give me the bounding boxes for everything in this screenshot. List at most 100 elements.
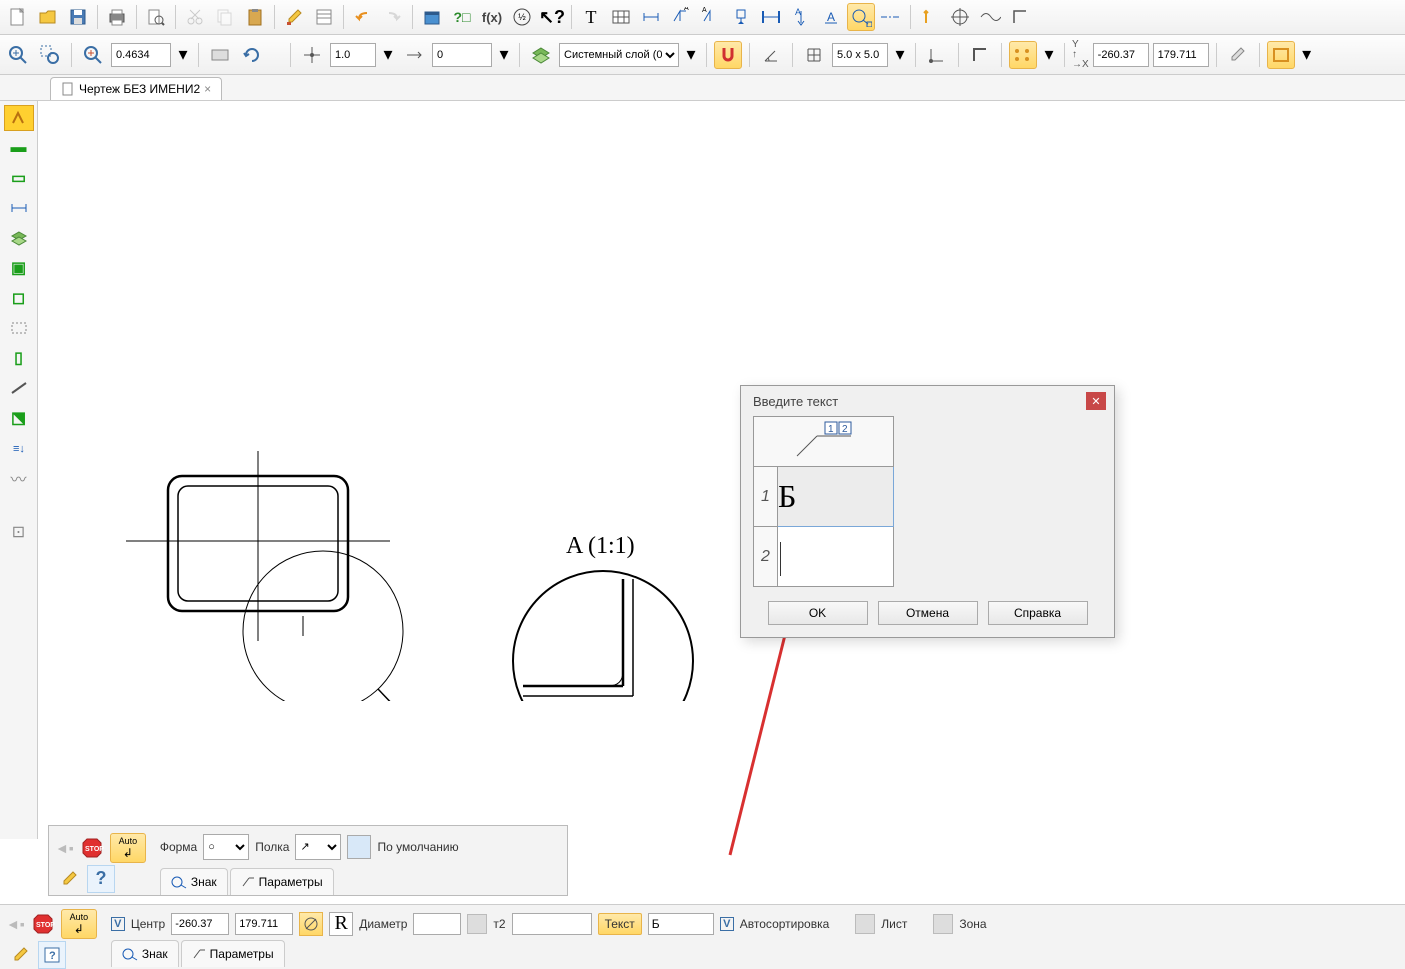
scale-input[interactable] [330, 43, 376, 67]
format-painter-icon[interactable] [280, 3, 308, 31]
roughness2-icon[interactable]: A [697, 3, 725, 31]
rebuild-icon[interactable] [238, 41, 266, 69]
center-y-input[interactable] [235, 913, 293, 935]
tab-sign-2[interactable]: Знак [111, 940, 179, 967]
fx-icon[interactable]: f(x) [478, 3, 506, 31]
tool-view-icon[interactable]: ⊡ [4, 519, 34, 545]
dialog-help-button[interactable]: Справка [988, 601, 1088, 625]
angle-icon[interactable] [757, 41, 785, 69]
tool-dim1-icon[interactable] [4, 195, 34, 221]
tab-params-1[interactable]: Параметры [230, 868, 334, 895]
corner-icon[interactable] [1006, 3, 1034, 31]
stop-button-1[interactable]: STOP [78, 834, 106, 862]
tool-green5-icon[interactable]: ▯ [4, 345, 34, 371]
form-select[interactable]: ○ [203, 834, 249, 860]
tool-green3-icon[interactable]: ▣ [4, 255, 34, 281]
redo-icon[interactable] [379, 3, 407, 31]
shelf-select[interactable]: ↗ [295, 834, 341, 860]
param-mode-icon[interactable] [4, 105, 34, 131]
numbering-icon[interactable]: ½ [508, 3, 536, 31]
measure-icon[interactable] [206, 41, 234, 69]
tool-wave-icon[interactable]: 〰 [4, 465, 34, 491]
properties-icon[interactable] [310, 3, 338, 31]
tolerance-icon[interactable] [916, 3, 944, 31]
auto-button-1[interactable]: Auto↲ [110, 833, 146, 863]
ortho-icon[interactable] [966, 41, 994, 69]
help-button-1[interactable]: ? [87, 865, 115, 893]
autosort-check-icon[interactable]: V [720, 917, 734, 931]
print-preview-icon[interactable] [142, 3, 170, 31]
dimension-icon[interactable] [637, 3, 665, 31]
tool-line-icon[interactable] [4, 375, 34, 401]
tab-sign-1[interactable]: Знак [160, 868, 228, 895]
zoom-dropdown-icon[interactable]: ▾ [175, 41, 191, 69]
move-icon[interactable] [400, 41, 428, 69]
coord-x-input[interactable] [1093, 43, 1149, 67]
help-button-2[interactable]: ? [38, 941, 66, 969]
default-icon[interactable] [347, 835, 371, 859]
dialog-cancel-button[interactable]: Отмена [878, 601, 978, 625]
text-input[interactable] [648, 913, 714, 935]
snap-toggle-icon[interactable] [714, 41, 742, 69]
layers-icon[interactable] [527, 41, 555, 69]
snap-point-icon[interactable] [298, 41, 326, 69]
zoom-window-icon[interactable] [36, 41, 64, 69]
cut-line-icon[interactable] [757, 3, 785, 31]
tool-text-icon[interactable]: ≡↓ [4, 435, 34, 461]
grid-dropdown-icon[interactable]: ▾ [892, 41, 908, 69]
t2-input[interactable] [512, 913, 592, 935]
datum-icon[interactable] [727, 3, 755, 31]
zoom-in-icon[interactable] [4, 41, 32, 69]
close-tab-icon[interactable]: × [204, 82, 211, 96]
wave-icon[interactable] [976, 3, 1004, 31]
marker-A-icon[interactable]: A [817, 3, 845, 31]
layer-select[interactable]: Системный слой (0) [559, 43, 679, 67]
tool-layers-icon[interactable] [4, 225, 34, 251]
zoom-value-input[interactable] [111, 43, 171, 67]
tool-green2-icon[interactable]: ▭ [4, 165, 34, 191]
snap-dd-icon[interactable]: ▾ [1041, 41, 1057, 69]
save-file-icon[interactable] [64, 3, 92, 31]
document-tab[interactable]: Чертеж БЕЗ ИМЕНИ2 × [50, 77, 222, 100]
library-icon[interactable] [418, 3, 446, 31]
print-icon[interactable] [103, 3, 131, 31]
dialog-close-button[interactable]: ✕ [1086, 392, 1106, 410]
detail-view-icon[interactable] [847, 3, 875, 31]
tool-green1-icon[interactable]: ▬ [4, 135, 34, 161]
stop-button-2[interactable]: STOP [29, 910, 57, 938]
tool-green4-icon[interactable]: ◻ [4, 285, 34, 311]
offset-input[interactable] [432, 43, 492, 67]
diameter-input[interactable] [413, 913, 461, 935]
origin-icon[interactable] [923, 41, 951, 69]
new-file-icon[interactable] [4, 3, 32, 31]
nav-prev-icon-2[interactable]: ◄▪ [6, 916, 25, 932]
roughness1-icon[interactable]: A [667, 3, 695, 31]
undo-icon[interactable] [349, 3, 377, 31]
scale-dropdown-icon[interactable]: ▾ [380, 41, 396, 69]
brush-button-2[interactable] [6, 941, 34, 969]
center-x-input[interactable] [171, 913, 229, 935]
zoom-dynamic-icon[interactable] [79, 41, 107, 69]
brush-button-1[interactable] [55, 865, 83, 893]
style-brush-icon[interactable] [1224, 41, 1252, 69]
variables-icon[interactable]: ?□ [448, 3, 476, 31]
dialog-row2-value[interactable] [778, 527, 894, 587]
snap-settings-icon[interactable] [1009, 41, 1037, 69]
dialog-ok-button[interactable]: OK [768, 601, 868, 625]
paste-icon[interactable] [241, 3, 269, 31]
open-file-icon[interactable] [34, 3, 62, 31]
centerline-icon[interactable] [877, 3, 905, 31]
layer-dropdown2-icon[interactable]: ▾ [683, 41, 699, 69]
center-check-icon[interactable]: V [111, 917, 125, 931]
text-tool-icon[interactable]: T [577, 3, 605, 31]
dialog-row1-value[interactable]: Б [778, 467, 894, 527]
nav-prev-icon[interactable]: ◄▪ [55, 840, 74, 856]
sheet-box[interactable] [855, 914, 875, 934]
target-icon[interactable] [946, 3, 974, 31]
tab-params-2[interactable]: Параметры [181, 940, 285, 967]
coord-y-input[interactable] [1153, 43, 1209, 67]
t2-box[interactable] [467, 914, 487, 934]
context-help-icon[interactable]: ↖? [538, 3, 566, 31]
geom-mode-icon[interactable] [1267, 41, 1295, 69]
radius-icon[interactable]: R [329, 912, 353, 936]
